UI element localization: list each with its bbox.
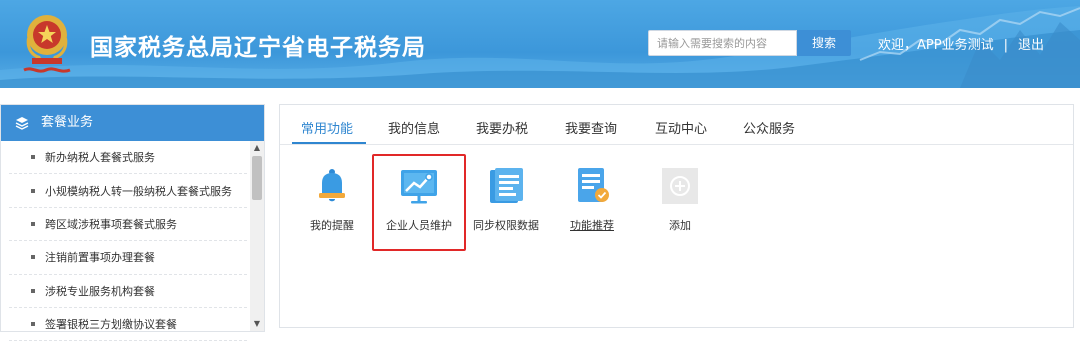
site-title: 国家税务总局辽宁省电子税务局 xyxy=(90,35,426,61)
scroll-up-icon[interactable]: ▲ xyxy=(250,141,264,155)
package-item-label: 小规模纳税人转一般纳税人套餐式服务 xyxy=(45,184,232,198)
package-item-label: 涉税专业服务机构套餐 xyxy=(45,284,155,298)
package-item-label: 注销前置事项办理套餐 xyxy=(45,251,155,265)
bullet-icon xyxy=(31,188,35,193)
document-check-icon xyxy=(578,168,609,202)
tab-my-info[interactable]: 我的信息 xyxy=(388,118,440,137)
package-item-label: 新办纳税人套餐式服务 xyxy=(45,151,155,165)
bullet-icon xyxy=(31,221,35,226)
bullet-icon xyxy=(31,288,35,293)
package-item-label: 跨区域涉税事项套餐式服务 xyxy=(45,217,177,231)
package-item[interactable]: 签署银税三方划缴协议套餐 xyxy=(9,308,247,341)
bell-icon xyxy=(319,169,345,202)
function-label: 我的提醒 xyxy=(310,219,354,232)
add-function-button[interactable]: 添加 xyxy=(640,165,720,233)
bullet-icon xyxy=(31,255,35,260)
function-panel: 常用功能 我的信息 我要办税 我要查询 互动中心 公众服务 我的提醒 企业人员维… xyxy=(279,104,1074,328)
package-list: 新办纳税人套餐式服务 小规模纳税人转一般纳税人套餐式服务 跨区域涉税事项套餐式服… xyxy=(1,141,251,341)
package-panel: 套餐业务 新办纳税人套餐式服务 小规模纳税人转一般纳税人套餐式服务 跨区域涉税事… xyxy=(0,104,265,341)
layers-icon xyxy=(15,117,29,130)
tab-handle-tax[interactable]: 我要办税 xyxy=(476,118,528,137)
package-item[interactable]: 小规模纳税人转一般纳税人套餐式服务 xyxy=(9,174,247,208)
package-panel-header: 套餐业务 xyxy=(1,105,264,141)
package-item-label: 签署银税三方划缴协议套餐 xyxy=(45,318,177,332)
tab-query[interactable]: 我要查询 xyxy=(565,118,617,137)
separator: | xyxy=(1003,38,1008,53)
sync-permission-button[interactable]: 同步权限数据 xyxy=(466,165,546,233)
tab-interaction-center[interactable]: 互动中心 xyxy=(655,118,707,137)
function-recommend-button[interactable]: 功能推荐 xyxy=(552,165,632,233)
document-sync-icon xyxy=(490,168,523,203)
package-item[interactable]: 注销前置事项办理套餐 xyxy=(9,241,247,275)
function-label: 同步权限数据 xyxy=(473,219,539,232)
welcome-user-link[interactable]: 欢迎，APP业务测试 xyxy=(878,38,994,53)
package-scrollbar[interactable]: ▲ ▼ xyxy=(250,141,264,331)
active-tab-underline xyxy=(292,142,366,144)
function-tabs: 常用功能 我的信息 我要办税 我要查询 互动中心 公众服务 xyxy=(280,105,1073,145)
search-input[interactable] xyxy=(648,30,797,56)
search-button[interactable]: 搜索 xyxy=(797,30,851,56)
add-icon xyxy=(662,168,698,204)
package-item[interactable]: 跨区域涉税事项套餐式服务 xyxy=(9,208,247,242)
user-area: 欢迎，APP业务测试 | 退出 xyxy=(878,34,1044,53)
highlight-box xyxy=(372,154,466,251)
bullet-icon xyxy=(31,155,35,160)
package-item[interactable]: 新办纳税人套餐式服务 xyxy=(9,141,247,175)
site-header: 国家税务总局辽宁省电子税务局 搜索 欢迎，APP业务测试 | 退出 xyxy=(0,0,1080,88)
package-panel-title: 套餐业务 xyxy=(41,115,94,130)
tab-common-functions[interactable]: 常用功能 xyxy=(301,118,353,137)
tab-public-service[interactable]: 公众服务 xyxy=(743,118,795,137)
scroll-thumb[interactable] xyxy=(252,156,262,200)
function-label: 功能推荐 xyxy=(570,219,614,232)
package-item[interactable]: 涉税专业服务机构套餐 xyxy=(9,275,247,308)
function-label: 添加 xyxy=(669,219,691,232)
my-reminders-button[interactable]: 我的提醒 xyxy=(292,165,372,233)
scroll-down-icon[interactable]: ▼ xyxy=(250,317,264,331)
tax-emblem-icon xyxy=(23,15,71,73)
bullet-icon xyxy=(31,322,35,327)
logout-link[interactable]: 退出 xyxy=(1018,38,1044,53)
